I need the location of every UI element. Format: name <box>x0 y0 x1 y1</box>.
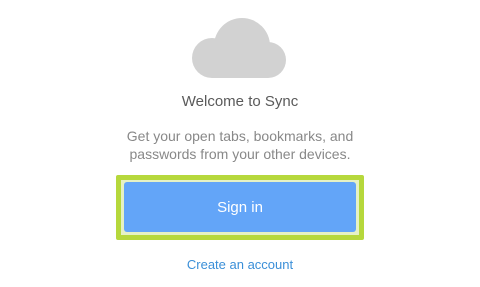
create-account-link[interactable]: Create an account <box>0 257 480 272</box>
description-line-2: passwords from your other devices. <box>129 146 351 162</box>
sync-description: Get your open tabs, bookmarks, and passw… <box>100 127 380 163</box>
sign-in-button[interactable]: Sign in <box>124 182 356 232</box>
welcome-title: Welcome to Sync <box>181 93 299 110</box>
description-line-1: Get your open tabs, bookmarks, and <box>126 128 354 144</box>
cloud-icon <box>192 18 286 78</box>
